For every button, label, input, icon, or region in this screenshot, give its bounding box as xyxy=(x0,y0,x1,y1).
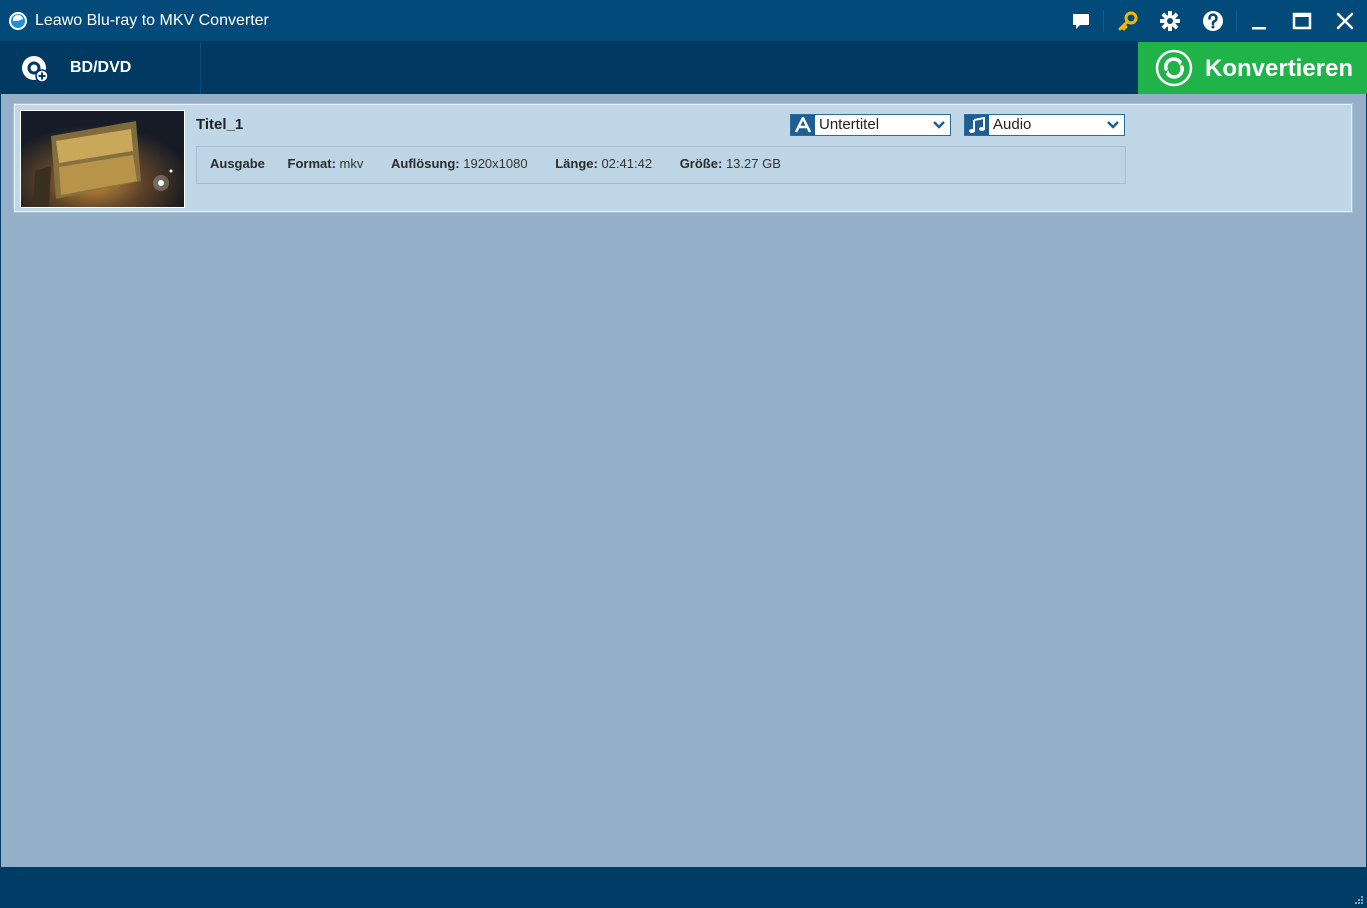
window-title: Leawo Blu-ray to MKV Converter xyxy=(35,12,269,29)
main-toolbar: BD/DVD Konvertieren xyxy=(0,42,1367,94)
length-label: Länge: xyxy=(555,156,598,171)
title-name: Titel_1 xyxy=(196,116,244,133)
bd-dvd-label: BD/DVD xyxy=(70,59,132,76)
toolbar-separator xyxy=(1236,10,1237,32)
subtitle-dropdown-value: Untertitel xyxy=(819,116,880,133)
feedback-icon[interactable] xyxy=(1069,9,1093,33)
size-value: 13.27 GB xyxy=(725,156,781,171)
format-value: mkv xyxy=(339,156,364,171)
output-info-row: Ausgabe Format: mkv Auflösung: 1920x1080… xyxy=(210,156,786,172)
refresh-icon xyxy=(1155,49,1193,87)
subtitle-icon xyxy=(791,115,815,135)
toolbar-divider xyxy=(200,42,201,94)
subtitle-dropdown[interactable]: Untertitel xyxy=(790,114,951,136)
music-note-icon xyxy=(965,115,989,135)
output-info-box: Ausgabe Format: mkv Auflösung: 1920x1080… xyxy=(196,146,1126,184)
length-value: 02:41:42 xyxy=(601,156,653,171)
add-bd-dvd-button[interactable]: BD/DVD xyxy=(0,42,200,94)
chevron-down-icon xyxy=(933,121,945,129)
close-icon[interactable] xyxy=(1333,9,1357,33)
title-bar: Leawo Blu-ray to MKV Converter xyxy=(0,0,1367,42)
maximize-icon[interactable] xyxy=(1290,9,1314,33)
title-list-item[interactable]: Titel_1 Untertitel Audio Ausgabe Format:… xyxy=(14,104,1352,212)
convert-label: Konvertieren xyxy=(1205,55,1354,82)
title-thumbnail xyxy=(20,110,185,208)
format-label: Format: xyxy=(287,156,336,171)
resolution-label: Auflösung: xyxy=(391,156,460,171)
convert-button[interactable]: Konvertieren xyxy=(1138,42,1367,94)
size-label: Größe: xyxy=(679,156,723,171)
resolution-value: 1920x1080 xyxy=(463,156,528,171)
audio-dropdown[interactable]: Audio xyxy=(964,114,1125,136)
disc-add-icon xyxy=(22,56,49,83)
file-list-area: Titel_1 Untertitel Audio Ausgabe Format:… xyxy=(1,94,1366,867)
settings-icon[interactable] xyxy=(1158,9,1182,33)
chevron-down-icon xyxy=(1107,121,1119,129)
minimize-icon[interactable] xyxy=(1247,9,1271,33)
key-icon[interactable] xyxy=(1116,9,1140,33)
toolbar-separator xyxy=(1103,10,1104,32)
status-bar xyxy=(0,867,1367,908)
help-icon[interactable] xyxy=(1201,9,1225,33)
resize-grip-icon[interactable] xyxy=(1353,894,1363,904)
output-label: Ausgabe xyxy=(210,156,265,171)
audio-dropdown-value: Audio xyxy=(993,116,1032,133)
app-logo-icon xyxy=(9,12,27,30)
